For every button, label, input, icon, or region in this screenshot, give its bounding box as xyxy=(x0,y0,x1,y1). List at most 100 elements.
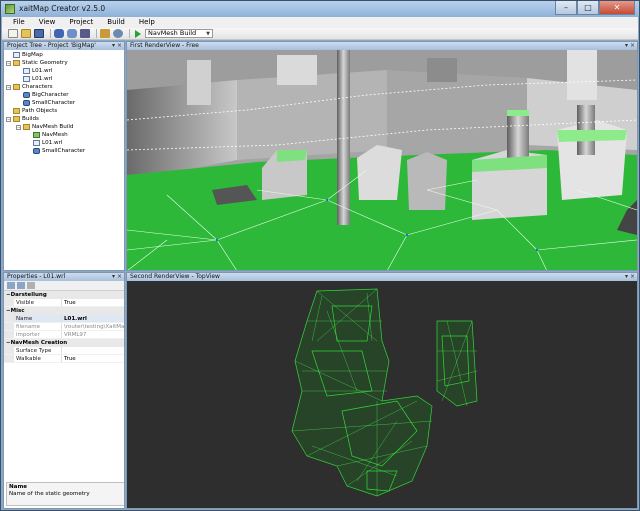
property-value[interactable]: True xyxy=(62,299,76,306)
settings-icon[interactable] xyxy=(67,29,77,38)
tree-item[interactable]: L01.wrl xyxy=(6,75,124,83)
tree-item-label: Path Objects xyxy=(22,108,58,114)
minimize-button[interactable]: – xyxy=(555,1,577,15)
property-value[interactable] xyxy=(62,347,64,354)
menu-build[interactable]: Build xyxy=(100,17,132,28)
tree-item-label: L01.wrl xyxy=(42,140,63,146)
block xyxy=(567,50,597,100)
tool-icon[interactable] xyxy=(80,29,90,38)
tree-item[interactable]: BigMap xyxy=(6,51,124,59)
menu-file[interactable]: File xyxy=(6,17,32,28)
property-name: Walkable xyxy=(14,355,62,362)
panel-close-icon[interactable]: ▾ × xyxy=(625,42,635,50)
save-icon[interactable] xyxy=(34,29,44,38)
property-grid: − Darstellung Visible True − Misc Name L01.wr… xyxy=(4,291,124,363)
panel-close-icon[interactable]: ▾ × xyxy=(112,273,122,281)
folder-icon xyxy=(13,108,20,114)
first-render-view[interactable]: First RenderView - Free ▾ × xyxy=(126,41,638,271)
tree-item[interactable]: − Static Geometry xyxy=(6,59,124,67)
tree-item[interactable]: BigCharacter xyxy=(6,91,124,99)
close-button[interactable]: ✕ xyxy=(599,1,635,15)
tree-item-label: BigCharacter xyxy=(32,92,69,98)
tree-item[interactable]: − Characters xyxy=(6,83,124,91)
property-description: Name Name of the static geometry xyxy=(6,482,124,506)
category-label: Darstellung xyxy=(10,292,47,298)
tree-item[interactable]: Path Objects xyxy=(6,107,124,115)
collapse-icon[interactable]: − xyxy=(6,116,11,122)
property-category[interactable]: − NavMesh Creation xyxy=(4,339,124,347)
row-gutter xyxy=(4,355,14,362)
panel-close-icon[interactable]: ▾ × xyxy=(625,273,635,281)
tree-item[interactable]: SmallCharacter xyxy=(6,99,124,107)
tree-item[interactable]: L01.wrl xyxy=(6,67,124,75)
property-name: importer xyxy=(14,331,62,338)
description-text: Name of the static geometry xyxy=(9,491,90,497)
tree-item-label: SmallCharacter xyxy=(42,148,86,154)
property-value[interactable]: L01.wrl xyxy=(62,315,87,322)
menu-help[interactable]: Help xyxy=(132,17,162,28)
property-row[interactable]: Walkable True xyxy=(4,355,124,363)
property-row[interactable]: filename\router\testing\XaitMap\x xyxy=(4,323,124,331)
geometry-file-icon xyxy=(23,68,30,74)
property-value[interactable]: \router\testing\XaitMap\x xyxy=(62,323,124,330)
row-gutter xyxy=(4,331,14,338)
property-category[interactable]: − Misc xyxy=(4,307,124,315)
first-view-header: First RenderView - Free ▾ × xyxy=(127,42,637,50)
navmesh-icon xyxy=(33,132,40,138)
collapse-icon[interactable]: − xyxy=(16,124,21,130)
title-bar[interactable]: xaitMap Creator v2.5.0 – □ ✕ xyxy=(1,1,639,17)
project-tree-title: Project Tree - Project 'BigMap' xyxy=(7,42,96,49)
open-icon[interactable] xyxy=(21,29,31,38)
main-toolbar: NavMesh Build ▼ xyxy=(2,28,638,40)
property-name: Surface Type xyxy=(14,347,62,354)
property-name: filename xyxy=(14,323,62,330)
properties-toolbar xyxy=(4,281,124,291)
perspective-scene[interactable] xyxy=(127,50,637,271)
menu-project[interactable]: Project xyxy=(62,17,100,28)
property-value[interactable]: VRML97 xyxy=(62,331,86,338)
toolbar-separator xyxy=(129,29,130,38)
second-render-view[interactable]: Second RenderView - TopView ▾ × xyxy=(126,272,638,509)
property-category[interactable]: − Darstellung xyxy=(4,291,124,299)
tree-item[interactable]: L01.wrl xyxy=(6,139,124,147)
project-tree: BigMap − Static Geometry L01.wrl L01.wrl − Cha… xyxy=(4,50,124,155)
play-icon[interactable] xyxy=(135,29,141,38)
property-row[interactable]: Surface Type xyxy=(4,347,124,355)
row-gutter xyxy=(4,323,14,330)
block xyxy=(187,60,211,105)
new-icon[interactable] xyxy=(8,29,18,38)
tree-item[interactable]: − NavMesh Build xyxy=(6,123,124,131)
categorized-icon[interactable] xyxy=(7,282,15,289)
property-row[interactable]: Visible True xyxy=(4,299,124,307)
property-row[interactable]: Name L01.wrl xyxy=(4,315,124,323)
characters-icon[interactable] xyxy=(54,29,64,38)
folder-icon xyxy=(13,60,20,66)
collapse-icon[interactable]: − xyxy=(6,60,11,66)
menu-view[interactable]: View xyxy=(32,17,63,28)
tree-item-label: BigMap xyxy=(22,52,43,58)
topview-scene[interactable] xyxy=(127,281,637,509)
export-icon[interactable] xyxy=(100,29,110,38)
app-window: xaitMap Creator v2.5.0 – □ ✕ File View P… xyxy=(0,0,640,511)
tree-item[interactable]: − Builds xyxy=(6,115,124,123)
search-icon[interactable] xyxy=(113,29,123,38)
build-target-select[interactable]: NavMesh Build ▼ xyxy=(145,29,213,38)
toolbar-separator xyxy=(96,29,97,38)
maximize-button[interactable]: □ xyxy=(577,1,599,15)
alphabetical-icon[interactable] xyxy=(17,282,25,289)
property-value[interactable]: True xyxy=(62,355,76,362)
tree-item[interactable]: SmallCharacter xyxy=(6,147,124,155)
property-row[interactable]: importer VRML97 xyxy=(4,331,124,339)
property-pages-icon[interactable] xyxy=(27,282,35,289)
tree-item[interactable]: NavMesh xyxy=(6,131,124,139)
collapse-icon[interactable]: − xyxy=(6,84,11,90)
panel-close-icon[interactable]: ▾ × xyxy=(112,42,122,50)
category-label: NavMesh Creation xyxy=(10,340,68,346)
first-view-title: First RenderView - Free xyxy=(130,42,199,49)
tree-item-label: SmallCharacter xyxy=(32,100,76,106)
navmesh-top xyxy=(557,130,627,142)
block xyxy=(427,58,457,82)
